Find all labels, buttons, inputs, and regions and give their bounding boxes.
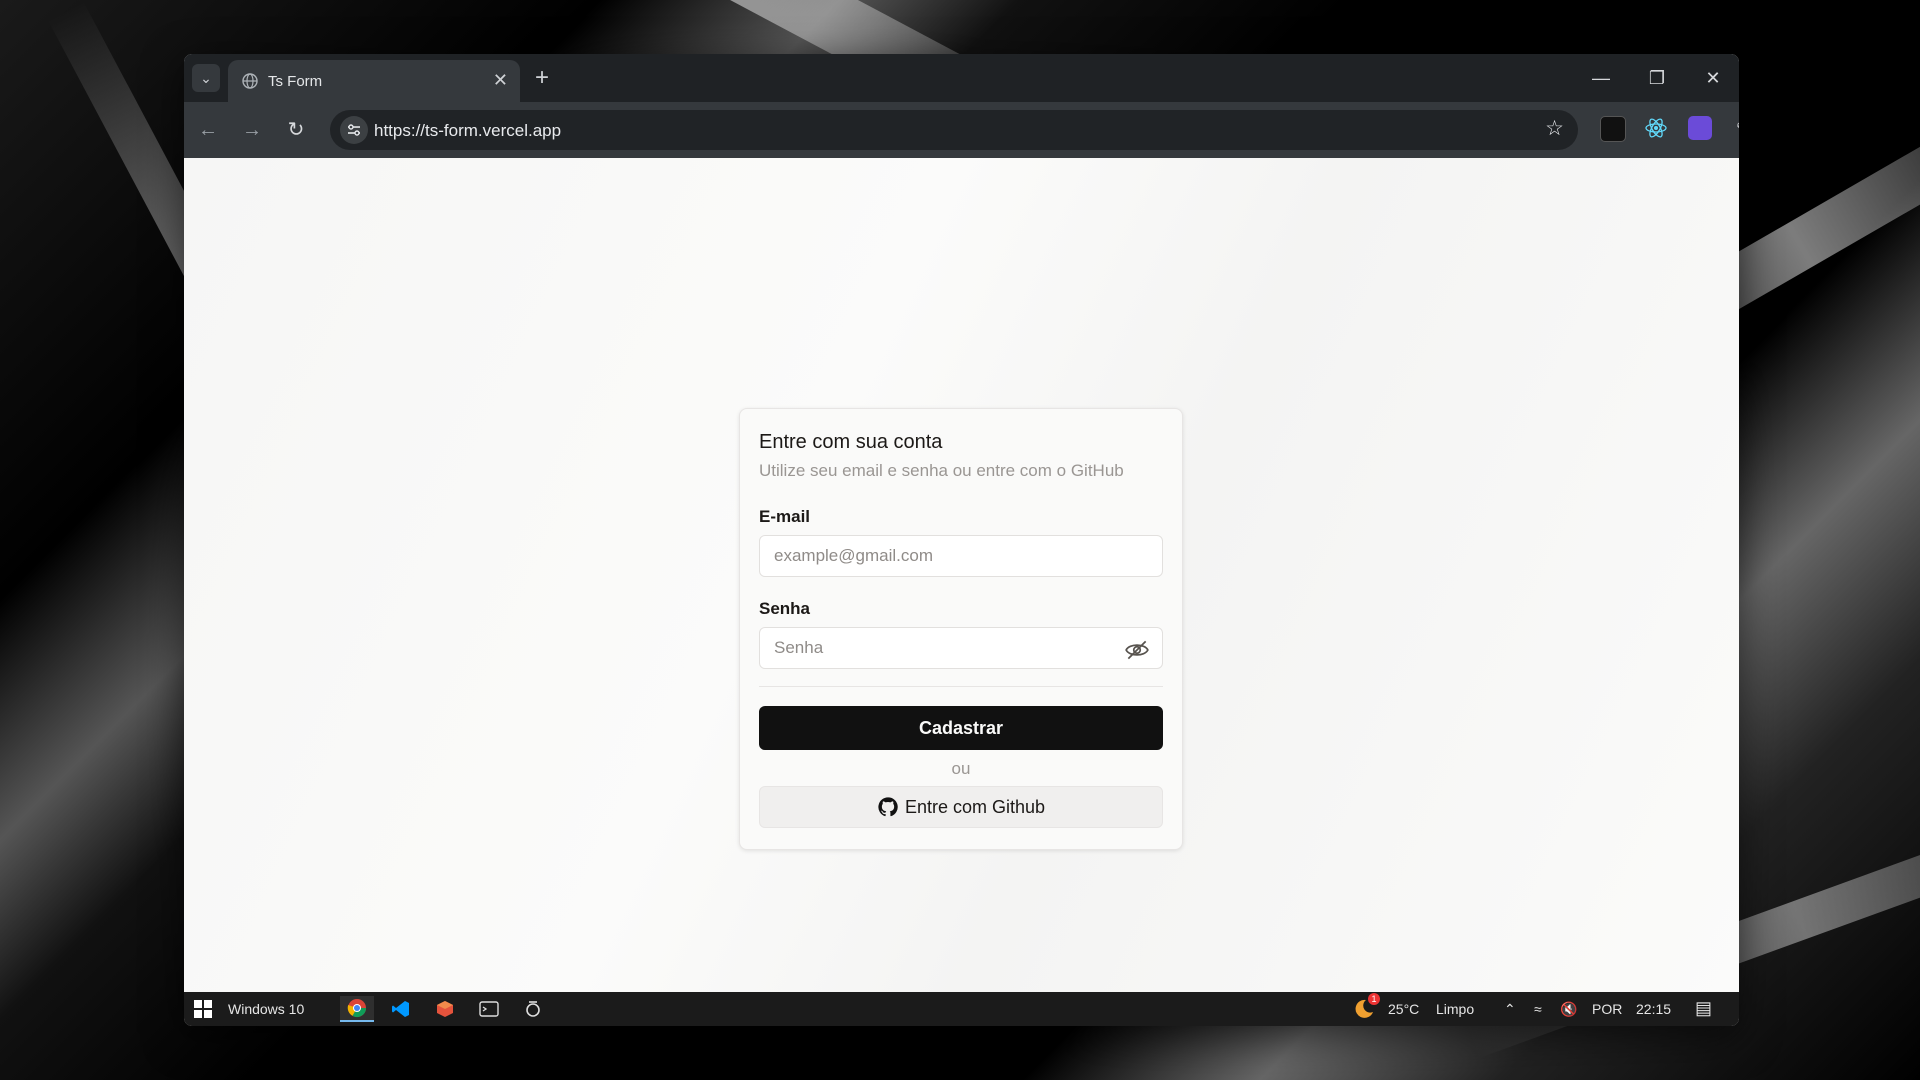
terminal-icon: [479, 1001, 499, 1017]
tab-strip: ⌄ Ts Form ✕ + — ❐ ✕: [184, 54, 1739, 102]
extension-icon[interactable]: [1600, 116, 1626, 142]
chevron-up-icon[interactable]: ⌃: [1504, 1001, 1516, 1018]
close-tab-icon[interactable]: ✕: [493, 70, 508, 91]
weather-description: Limpo: [1436, 1001, 1475, 1017]
github-button-label: Entre com Github: [904, 796, 1046, 817]
github-login-button[interactable]: Entre com Github: [759, 786, 1163, 828]
language-indicator[interactable]: POR: [1592, 1001, 1622, 1017]
weather-icon[interactable]: 1: [1352, 993, 1380, 1021]
card-title: Entre com sua conta: [759, 431, 943, 453]
weather-temperature: 25°C: [1388, 1001, 1420, 1017]
os-label: Windows 10: [228, 1001, 305, 1017]
tab-title: Ts Form: [268, 73, 323, 90]
git-app-taskbar-icon[interactable]: [428, 996, 462, 1022]
globe-icon: [242, 73, 258, 89]
github-icon: [878, 797, 898, 817]
windows-taskbar: Windows 10 1 25°C Limpo ⌃ ≈ 🔇 POR 22:15 …: [184, 992, 1739, 1026]
reload-button[interactable]: ↻: [282, 116, 310, 144]
or-separator: ou: [951, 759, 971, 778]
tab-ts-form[interactable]: Ts Form ✕: [228, 60, 520, 102]
tune-icon: [348, 124, 360, 136]
bookmark-star-icon[interactable]: ☆: [1545, 116, 1564, 141]
new-tab-button[interactable]: +: [528, 64, 556, 92]
windows-start-icon[interactable]: [194, 1000, 212, 1018]
site-info-button[interactable]: [340, 116, 368, 144]
notifications-icon[interactable]: ▤: [1695, 998, 1712, 1019]
atom-icon: [1645, 118, 1667, 138]
eye-off-icon[interactable]: [1124, 637, 1150, 663]
card-subtitle: Utilize seu email e senha ou entre com o…: [759, 461, 1124, 480]
close-window-button[interactable]: ✕: [1693, 64, 1733, 92]
vscode-icon: [392, 1001, 409, 1017]
page-viewport: Entre com sua conta Utilize seu email e …: [184, 158, 1739, 992]
extension-purple-icon[interactable]: [1688, 116, 1712, 140]
chrome-taskbar-icon[interactable]: [340, 996, 374, 1022]
browser-window: ⌄ Ts Form ✕ + — ❐ ✕ ← → ↻ https://ts-for…: [184, 54, 1739, 1026]
minimize-button[interactable]: —: [1581, 64, 1621, 92]
password-label: Senha: [759, 599, 811, 618]
tab-search-button[interactable]: ⌄: [192, 64, 220, 92]
form-divider: [759, 686, 1163, 687]
cadastrar-button[interactable]: Cadastrar: [759, 706, 1163, 750]
chevron-down-icon: ⌄: [200, 69, 212, 86]
cube-icon: [437, 1001, 453, 1017]
volume-muted-icon[interactable]: 🔇: [1560, 1001, 1577, 1018]
address-bar[interactable]: https://ts-form.vercel.app ☆: [330, 110, 1578, 150]
forward-button[interactable]: →: [238, 116, 266, 144]
browser-toolbar: ← → ↻ https://ts-form.vercel.app ☆: [184, 102, 1739, 158]
chrome-icon: [347, 999, 366, 1018]
app-taskbar-icon[interactable]: [516, 996, 550, 1022]
terminal-taskbar-icon[interactable]: [472, 996, 506, 1022]
clock[interactable]: 22:15: [1636, 1001, 1671, 1017]
url-text: https://ts-form.vercel.app: [374, 121, 562, 140]
react-devtools-icon[interactable]: [1644, 116, 1668, 140]
circle-app-icon: [526, 1001, 540, 1017]
restore-button[interactable]: ❐: [1637, 64, 1677, 92]
email-field[interactable]: [759, 535, 1163, 577]
weather-badge: 1: [1368, 993, 1380, 1005]
wifi-icon[interactable]: ≈: [1534, 1001, 1542, 1017]
vscode-taskbar-icon[interactable]: [384, 996, 418, 1022]
puzzle-extensions-icon[interactable]: ✎: [1730, 116, 1739, 144]
email-label: E-mail: [759, 507, 811, 526]
login-card: Entre com sua conta Utilize seu email e …: [739, 408, 1183, 850]
back-button[interactable]: ←: [194, 116, 222, 144]
password-field[interactable]: [759, 627, 1163, 669]
